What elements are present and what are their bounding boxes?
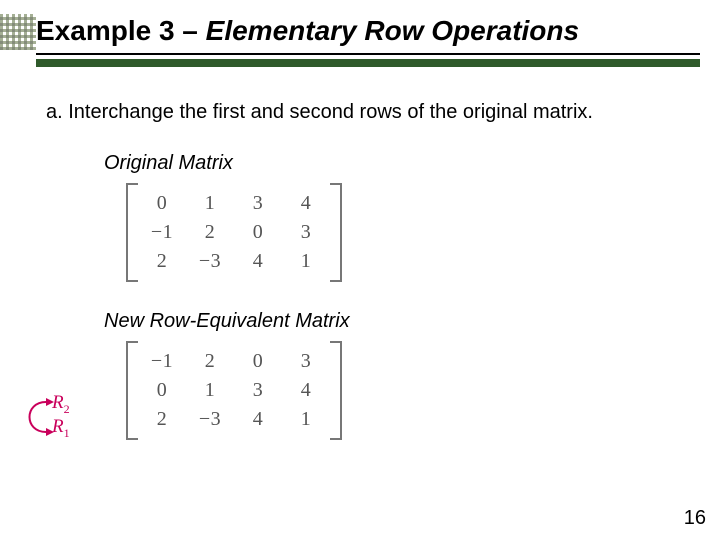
table-row: −1 2 0 3 <box>138 218 330 247</box>
cell: 1 <box>186 189 234 218</box>
title-name: Elementary Row Operations <box>206 15 579 46</box>
item-text: Interchange the first and second rows of… <box>68 101 593 123</box>
cell: 4 <box>282 376 330 405</box>
new-matrix: −1 2 0 3 0 1 3 4 2 −3 4 1 <box>124 339 660 442</box>
title-green-bar <box>36 59 700 67</box>
cell: −1 <box>138 347 186 376</box>
cell: 0 <box>138 376 186 405</box>
table-row: −1 2 0 3 <box>138 347 330 376</box>
original-matrix-label: Original Matrix <box>104 152 660 175</box>
cell: 4 <box>234 247 282 276</box>
cell: 2 <box>186 218 234 247</box>
swap-r-sub: 2 <box>64 402 70 416</box>
row-swap-indicator: R2 R1 <box>16 392 74 450</box>
swap-r: R <box>52 416 64 437</box>
page-number: 16 <box>684 507 706 530</box>
table-row: 0 1 3 4 <box>138 376 330 405</box>
cell: 4 <box>234 405 282 434</box>
new-matrix-label: New Row-Equivalent Matrix <box>104 310 660 333</box>
cell: 3 <box>234 376 282 405</box>
swap-label-top: R2 <box>52 392 70 417</box>
table-row: 2 −3 4 1 <box>138 247 330 276</box>
cell: −3 <box>186 247 234 276</box>
cell: −3 <box>186 405 234 434</box>
matrix-brackets: −1 2 0 3 0 1 3 4 2 −3 4 1 <box>124 339 344 442</box>
table-row: 2 −3 4 1 <box>138 405 330 434</box>
instruction-line: a. Interchange the first and second rows… <box>46 100 660 126</box>
cell: 1 <box>282 247 330 276</box>
swap-r-sub: 1 <box>64 426 70 440</box>
cell: 0 <box>138 189 186 218</box>
title-prefix: Example 3 – <box>36 15 206 46</box>
body: a. Interchange the first and second rows… <box>46 100 660 442</box>
page-title: Example 3 – Elementary Row Operations <box>36 16 700 47</box>
corner-hatch-logo <box>0 14 36 50</box>
item-label: a. <box>46 101 63 123</box>
cell: 0 <box>234 347 282 376</box>
original-matrix: 0 1 3 4 −1 2 0 3 2 −3 4 1 <box>124 181 660 284</box>
table-row: 0 1 3 4 <box>138 189 330 218</box>
cell: 4 <box>282 189 330 218</box>
cell: 3 <box>282 347 330 376</box>
cell: −1 <box>138 218 186 247</box>
swap-r: R <box>52 392 64 413</box>
cell: 2 <box>186 347 234 376</box>
swap-arrow-icon <box>16 392 56 442</box>
cell: 2 <box>138 247 186 276</box>
swap-label-bottom: R1 <box>52 416 70 441</box>
cell: 1 <box>282 405 330 434</box>
cell: 2 <box>138 405 186 434</box>
cell: 1 <box>186 376 234 405</box>
title-underline <box>36 53 700 55</box>
matrix-brackets: 0 1 3 4 −1 2 0 3 2 −3 4 1 <box>124 181 344 284</box>
slide: Example 3 – Elementary Row Operations a.… <box>0 0 720 540</box>
cell: 3 <box>282 218 330 247</box>
title-block: Example 3 – Elementary Row Operations <box>36 16 700 67</box>
cell: 3 <box>234 189 282 218</box>
cell: 0 <box>234 218 282 247</box>
